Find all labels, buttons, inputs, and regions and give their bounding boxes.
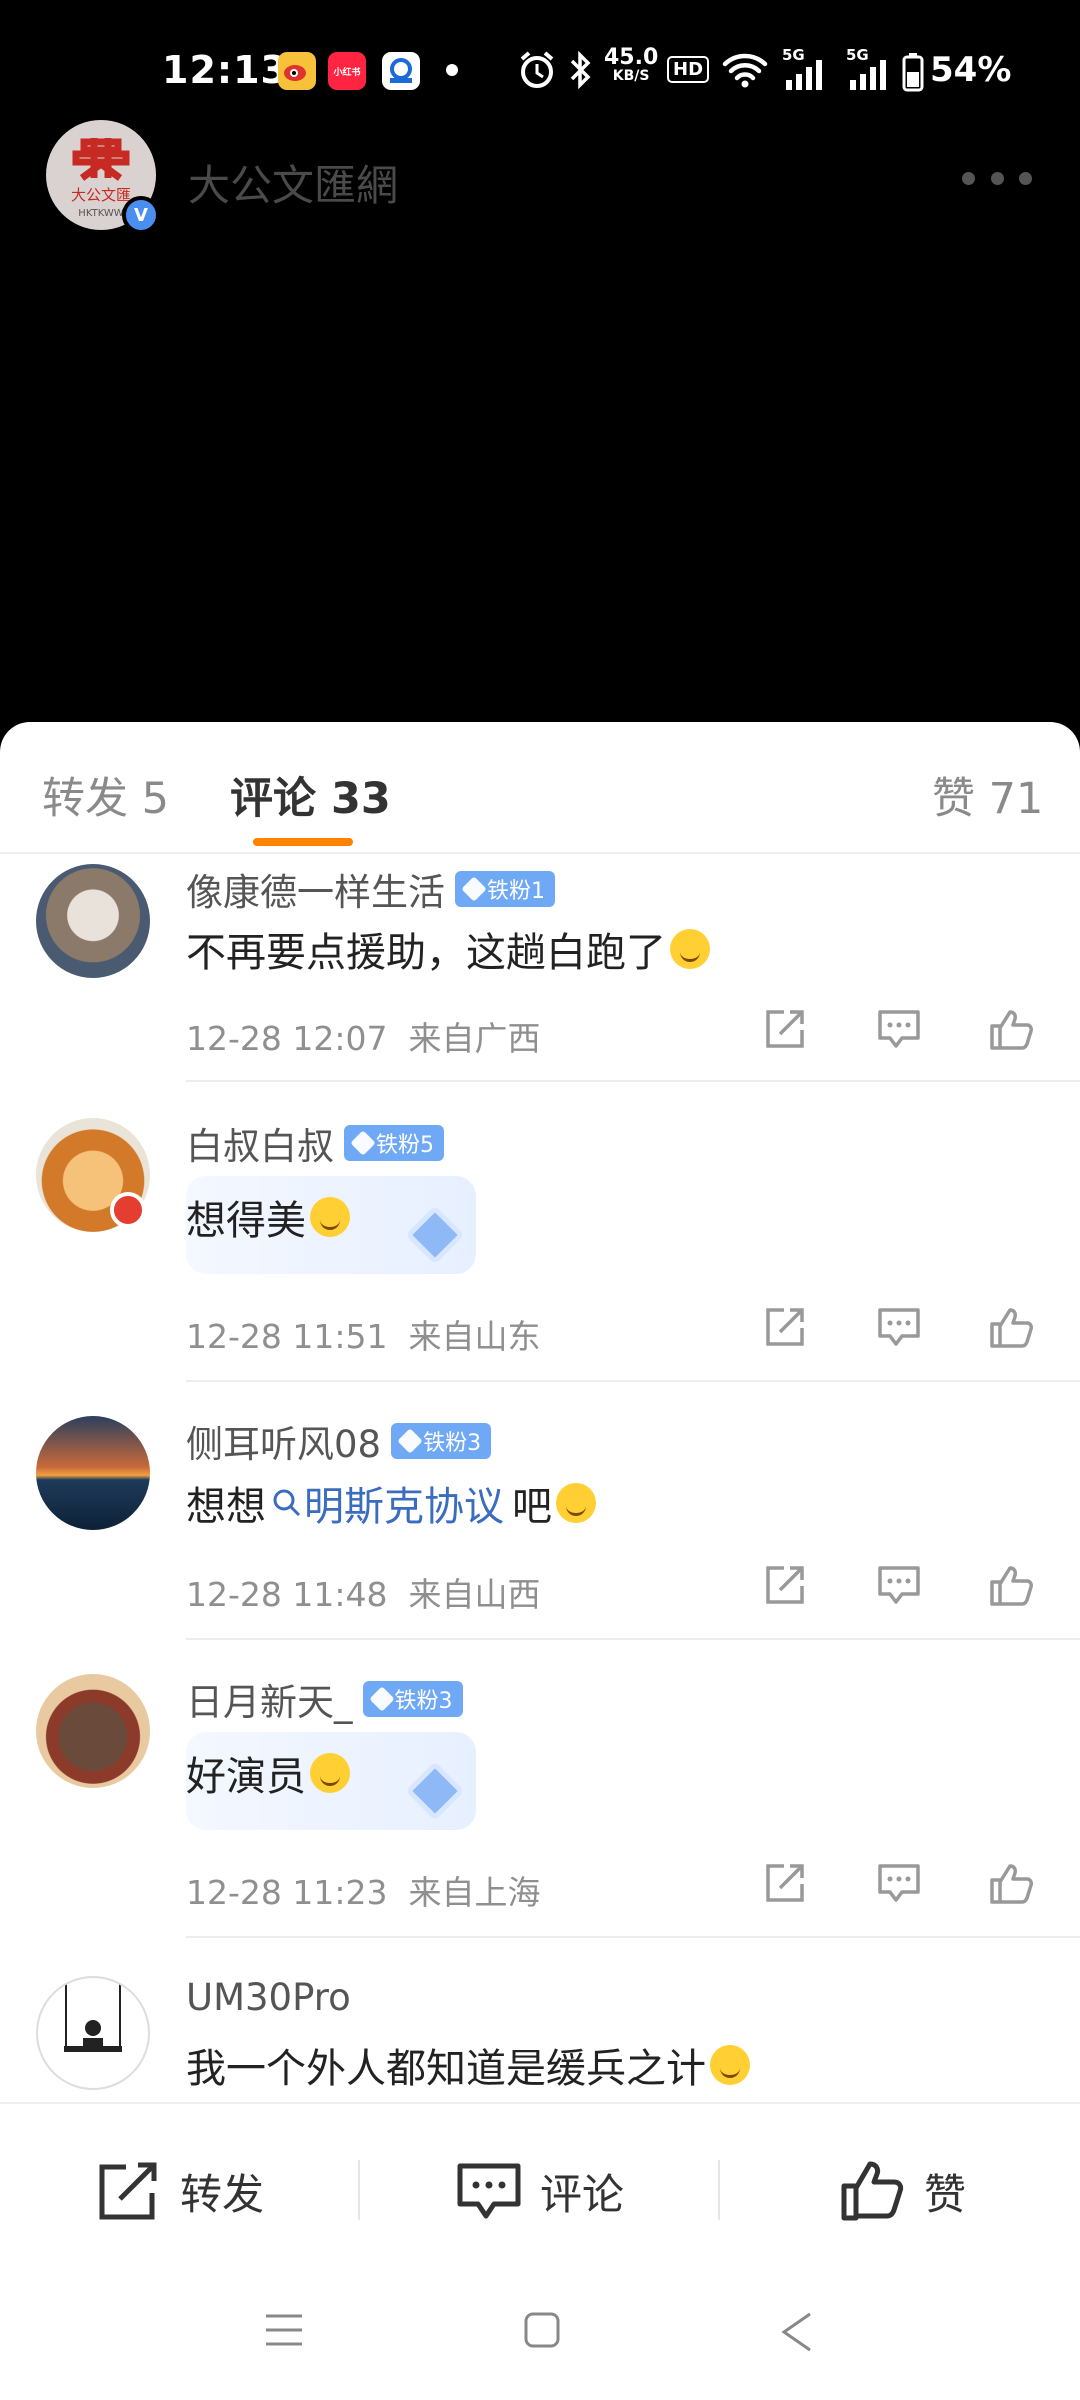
comment-text: 想得美 xyxy=(186,1188,350,1246)
share-icon[interactable] xyxy=(762,1304,808,1350)
fan-badge: 铁粉5 xyxy=(344,1125,444,1161)
comment-meta: 12-28 11:23 来自上海 xyxy=(186,1873,541,1912)
diamond-sticker-icon xyxy=(405,1205,465,1265)
divider xyxy=(186,1380,1080,1382)
diamond-icon xyxy=(368,1686,395,1712)
network-speed: 45.0 KB/S xyxy=(604,45,659,85)
comment-actions xyxy=(760,1562,1040,1612)
share-icon xyxy=(99,2162,157,2220)
comment-text: 想想 明斯克协议 吧 xyxy=(186,1474,596,1532)
avatar[interactable] xyxy=(36,1674,150,1788)
comment-actions xyxy=(760,1006,1040,1056)
tab-comments[interactable]: 评论 33 xyxy=(230,764,391,826)
search-icon xyxy=(273,1489,301,1517)
battery-percentage: 54% xyxy=(930,50,1012,90)
avatar[interactable] xyxy=(36,864,150,978)
divider xyxy=(186,1936,1080,1938)
commenter-name[interactable]: 日月新天_ xyxy=(186,1672,353,1726)
reply-icon[interactable] xyxy=(876,1860,922,1906)
diamond-icon xyxy=(397,1428,423,1454)
reply-icon[interactable] xyxy=(876,1562,922,1608)
share-icon[interactable] xyxy=(762,1006,808,1052)
diamond-icon xyxy=(461,876,487,902)
more-dot-icon xyxy=(1019,171,1032,185)
signal-icon xyxy=(786,60,822,90)
more-dot-icon xyxy=(990,171,1004,185)
tab-likes[interactable]: 赞 71 xyxy=(932,764,1043,826)
diamond-sticker-icon xyxy=(405,1761,465,1821)
svg-text:大公文匯: 大公文匯 xyxy=(71,186,131,204)
commenter-name[interactable]: 像康德一样生活 xyxy=(186,862,445,916)
diamond-icon xyxy=(350,1130,376,1156)
back-icon[interactable] xyxy=(776,2310,816,2354)
avatar[interactable] xyxy=(36,1416,150,1530)
member-badge-icon xyxy=(110,1192,146,1228)
share-icon[interactable] xyxy=(762,1562,808,1608)
like-icon[interactable] xyxy=(988,1562,1034,1608)
menu-icon[interactable] xyxy=(264,2310,304,2350)
fan-badge: 铁粉3 xyxy=(391,1423,492,1459)
avatar[interactable] xyxy=(36,1976,150,2090)
alarm-icon xyxy=(520,51,554,88)
like-icon[interactable] xyxy=(988,1304,1034,1350)
hd-voice-icon: HD xyxy=(667,56,710,83)
commenter-name[interactable]: UM30Pro xyxy=(186,1976,351,2019)
thumbs-up-icon xyxy=(841,2161,904,2221)
laughing-emoji-icon xyxy=(670,929,710,969)
comment-actions xyxy=(760,1304,1040,1354)
weibo-icon xyxy=(278,52,316,90)
like-icon[interactable] xyxy=(988,1006,1034,1052)
svg-text:HKTKWW: HKTKWW xyxy=(78,208,123,219)
thumbs-up-emoji-icon xyxy=(310,1753,350,1793)
notification-dot xyxy=(446,64,458,76)
reply-icon[interactable] xyxy=(876,1006,922,1052)
tab-bar: 转发 5 评论 33 赞 71 xyxy=(0,722,1080,854)
divider xyxy=(186,1638,1080,1640)
wifi-icon xyxy=(722,53,768,88)
comment-actions xyxy=(760,1860,1040,1910)
verified-badge-icon: V xyxy=(122,196,160,234)
smile-emoji-icon xyxy=(310,1197,350,1237)
repost-button[interactable]: 转发 xyxy=(96,2156,264,2226)
battery-icon xyxy=(902,53,924,92)
comment-button[interactable]: 评论 xyxy=(456,2156,624,2226)
fan-badge: 铁粉3 xyxy=(362,1681,463,1717)
active-tab-indicator xyxy=(253,838,353,846)
more-dot-icon xyxy=(962,171,975,185)
reply-icon[interactable] xyxy=(876,1304,922,1350)
comment-meta: 12-28 11:51 来自山东 xyxy=(186,1317,541,1356)
comment-icon xyxy=(457,2163,521,2219)
commenter-name[interactable]: 侧耳听风08 xyxy=(186,1414,381,1468)
divider xyxy=(186,1080,1080,1082)
comment-text: 好演员 xyxy=(186,1744,350,1802)
comment-meta: 12-28 11:48 来自山西 xyxy=(186,1575,541,1614)
comment-text: 不再要点援助，这趟白跑了 xyxy=(186,920,710,978)
bottom-action-bar: 转发 评论 赞 xyxy=(0,2102,1080,2270)
comment-text: 我一个外人都知道是缓兵之计 xyxy=(186,2036,750,2094)
like-button[interactable]: 赞 xyxy=(840,2156,966,2226)
signal-icon xyxy=(850,60,886,90)
fan-badge: 铁粉1 xyxy=(455,871,555,907)
xiaohongshu-icon: 小红书 xyxy=(328,52,366,90)
separator xyxy=(718,2160,720,2220)
app-icon xyxy=(382,52,420,90)
share-icon[interactable] xyxy=(762,1860,808,1906)
separator xyxy=(358,2160,360,2220)
topic-link[interactable]: 明斯克协议 xyxy=(270,1474,504,1532)
tab-reposts[interactable]: 转发 5 xyxy=(42,764,169,826)
home-icon[interactable] xyxy=(522,2310,562,2350)
system-navigation-bar xyxy=(0,2270,1080,2400)
crying-laughing-emoji-icon xyxy=(556,1483,596,1523)
commenter-name[interactable]: 白叔白叔 xyxy=(186,1116,334,1170)
account-name[interactable]: 大公文匯網 xyxy=(188,152,398,213)
like-icon[interactable] xyxy=(988,1860,1034,1906)
clock: 12:13 xyxy=(162,48,288,92)
more-options-button[interactable] xyxy=(962,170,1032,186)
sweat-emoji-icon xyxy=(710,2045,750,2085)
status-bar: 12:13 小红书 45.0 KB/S HD 5G 5G 54% xyxy=(0,0,1080,140)
bluetooth-icon xyxy=(570,50,591,90)
comment-meta: 12-28 12:07 来自广西 xyxy=(186,1019,541,1058)
